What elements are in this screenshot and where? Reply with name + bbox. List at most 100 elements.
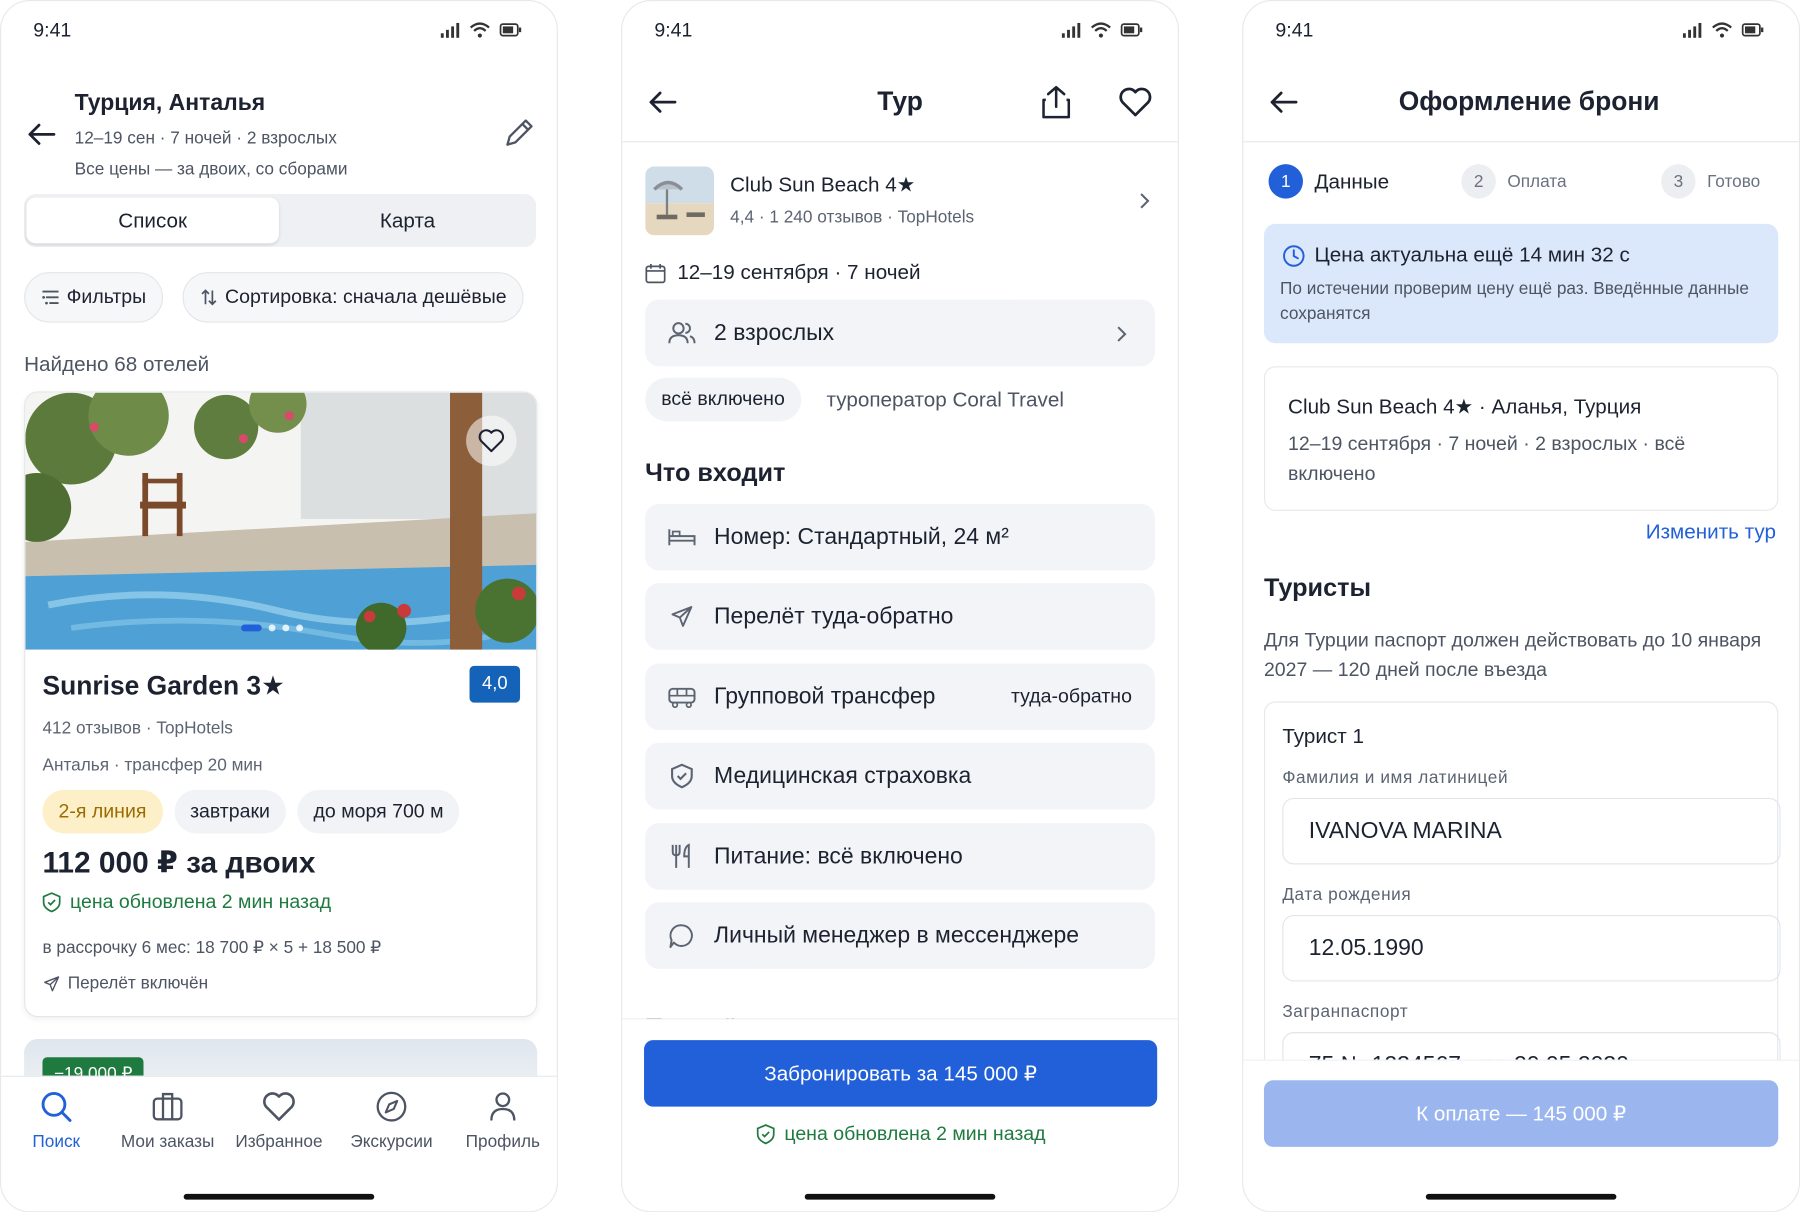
- tab-profile[interactable]: Профиль: [451, 1086, 554, 1151]
- step-3-label: Готово: [1707, 171, 1761, 192]
- tab-orders[interactable]: Мои заказы: [116, 1086, 219, 1151]
- header-divider: [1243, 141, 1799, 143]
- page-title: Оформление брони: [1398, 86, 1660, 116]
- photo-pagination: [241, 624, 304, 632]
- step-2[interactable]: 2 Оплата: [1461, 164, 1567, 199]
- price-note: Все цены — за двоих, со сборами: [74, 159, 348, 180]
- hotel-card[interactable]: Sunrise Garden 3★ 4,0 412 отзывов · TopH…: [24, 391, 538, 1018]
- heart-icon: [263, 1092, 295, 1121]
- pay-button[interactable]: К оплате — 145 000 ₽: [1263, 1080, 1779, 1147]
- tab-excursions[interactable]: Экскурсии: [340, 1086, 443, 1151]
- share-button[interactable]: [1040, 84, 1072, 126]
- status-bar: 9:41: [622, 20, 1178, 48]
- passport-label: Загранпаспорт: [1282, 1002, 1409, 1022]
- shield-icon: [671, 763, 693, 789]
- guests-selector[interactable]: 2 взрослых: [645, 299, 1155, 367]
- plane-icon: [44, 975, 60, 991]
- included-title: Что входит: [645, 458, 786, 487]
- clock-icon: [1283, 245, 1305, 267]
- home-indicator: [1425, 1193, 1617, 1200]
- home-indicator: [183, 1193, 375, 1200]
- price-timer-banner: Цена актуальна ещё 14 мин 32 с По истече…: [1263, 223, 1779, 344]
- hotel-photo[interactable]: [25, 392, 537, 650]
- tour-operator: туроператор Coral Travel: [826, 388, 1064, 411]
- status-icons: [440, 22, 523, 38]
- chip-meals: завтраки: [173, 789, 286, 834]
- status-time: 9:41: [654, 19, 693, 42]
- included-transfer: Групповой трансфер туда-обратно: [645, 663, 1155, 731]
- hotel-name: Sunrise Garden 3★: [42, 670, 285, 701]
- change-tour-link[interactable]: Изменить тур: [1646, 520, 1776, 544]
- included-room: Номер: Стандартный, 24 м²: [645, 503, 1155, 571]
- included-meals: Питание: всё включено: [645, 823, 1155, 890]
- included-flight: Перелёт туда-обратно: [645, 583, 1155, 650]
- included-transfer-extra: туда-обратно: [1011, 685, 1132, 708]
- step-1[interactable]: 1 Данные: [1268, 164, 1389, 199]
- status-time: 9:41: [33, 19, 72, 42]
- stepper: 1 Данные 2 Оплата 3 Готово: [1268, 164, 1781, 201]
- sort-icon: [201, 289, 217, 306]
- phone-booking-form: 9:41 Оформление брони 1 Данные 2 Оплата …: [1242, 0, 1800, 1212]
- fork-knife-icon: [671, 843, 690, 868]
- flight-included: Перелёт включён: [42, 973, 209, 994]
- bed-icon: [668, 529, 696, 546]
- step-3[interactable]: 3 Готово: [1661, 164, 1761, 199]
- chip-sea-distance: до моря 700 м: [297, 789, 460, 834]
- phone-search-results: 9:41 Турция, Анталья 12–19 сен · 7 ночей…: [0, 0, 558, 1212]
- tab-bar: Поиск Мои заказы Избранное Экскурсии Про…: [1, 1075, 557, 1212]
- filters-button[interactable]: Фильтры: [24, 272, 164, 323]
- included-manager-label: Личный менеджер в мессенджере: [714, 922, 1080, 948]
- header-divider: [622, 141, 1178, 143]
- tab-excursions-label: Экскурсии: [350, 1131, 433, 1152]
- person-icon: [490, 1092, 516, 1121]
- bus-icon: [668, 687, 696, 709]
- dob-field[interactable]: 12.05.1990: [1282, 914, 1781, 982]
- price-updated: цена обновлена 2 мин назад: [42, 891, 331, 914]
- price-updated-text: цена обновлена 2 мин назад: [70, 890, 332, 913]
- signal-icon: [1682, 22, 1702, 38]
- pool-photo: [25, 392, 537, 650]
- tour-summary-details: 12–19 сентября · 7 ночей · 2 взрослых · …: [1288, 432, 1686, 485]
- signal-icon: [1061, 22, 1081, 38]
- hotel-summary[interactable]: Club Sun Beach 4★ 4,4 · 1 240 отзывов · …: [645, 166, 1157, 237]
- wifi-icon: [1712, 22, 1732, 38]
- name-field[interactable]: IVANOVA MARINA: [1282, 797, 1781, 865]
- timer-text: По истечении проверим цену ещё раз. Введ…: [1280, 278, 1749, 324]
- filter-icon: [42, 290, 59, 305]
- plane-icon: [671, 606, 693, 627]
- sort-button[interactable]: Сортировка: сначала дешёвые: [182, 272, 524, 323]
- flight-included-text: Перелёт включён: [67, 973, 209, 994]
- rating-badge: 4,0: [469, 665, 521, 703]
- favorite-button[interactable]: [466, 415, 517, 467]
- phone-tour-details: 9:41 Тур Club Sun Beach 4★ 4,4 · 1 240 о…: [621, 0, 1179, 1212]
- dob-label: Дата рождения: [1282, 885, 1412, 905]
- hotel-price: 112 000 ₽ за двоих: [42, 844, 316, 880]
- status-bar: 9:41: [1243, 20, 1799, 48]
- chip-line: 2-я линия: [42, 789, 163, 834]
- step-2-number: 2: [1461, 164, 1496, 199]
- guests-label: 2 взрослых: [714, 319, 835, 345]
- dob-value: 12.05.1990: [1308, 935, 1424, 961]
- tab-search[interactable]: Поиск: [5, 1086, 108, 1151]
- edit-search-button[interactable]: [502, 116, 536, 150]
- back-button[interactable]: [26, 121, 56, 149]
- tourists-title: Туристы: [1263, 572, 1372, 602]
- tour-summary-card: Club Sun Beach 4★ · Аланья, Турция 12–19…: [1263, 366, 1779, 511]
- favorite-button[interactable]: [1118, 86, 1152, 124]
- included-transfer-label: Групповой трансфер: [714, 683, 936, 709]
- included-insurance: Медицинская страховка: [645, 742, 1155, 810]
- tab-favorites[interactable]: Избранное: [227, 1086, 330, 1151]
- segment-map[interactable]: Карта: [281, 197, 534, 243]
- price-updated-text: цена обновлена 2 мин назад: [784, 1122, 1046, 1145]
- sort-label: Сортировка: сначала дешёвые: [225, 285, 507, 308]
- compass-icon: [376, 1091, 407, 1122]
- passport-note: Для Турции паспорт должен действовать до…: [1263, 629, 1762, 681]
- book-button[interactable]: Забронировать за 145 000 ₽: [644, 1040, 1158, 1107]
- status-bar: 9:41: [1, 20, 557, 48]
- included-meals-label: Питание: всё включено: [714, 843, 963, 869]
- segment-list[interactable]: Список: [26, 197, 279, 244]
- pencil-icon: [506, 119, 533, 146]
- battery-icon: [1120, 23, 1143, 37]
- tab-profile-label: Профиль: [465, 1131, 540, 1152]
- tourist-label: Турист 1: [1282, 724, 1364, 748]
